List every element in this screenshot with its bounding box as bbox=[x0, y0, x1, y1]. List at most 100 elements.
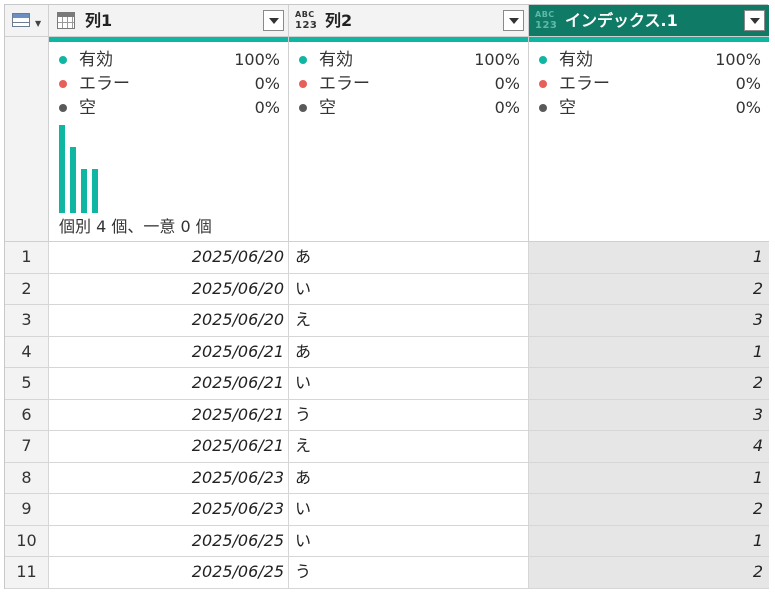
histogram-bar[interactable] bbox=[81, 169, 87, 213]
date-cell[interactable]: 2025/06/23 bbox=[49, 494, 289, 526]
quality-empty: 空 0% bbox=[59, 96, 280, 120]
date-cell[interactable]: 2025/06/21 bbox=[49, 368, 289, 400]
date-cell[interactable]: 2025/06/25 bbox=[49, 525, 289, 557]
text-cell[interactable]: い bbox=[289, 494, 529, 526]
histogram-bar[interactable] bbox=[92, 169, 98, 213]
error-dot-icon bbox=[539, 80, 547, 88]
row-number[interactable]: 3 bbox=[5, 305, 49, 337]
row-number[interactable]: 8 bbox=[5, 462, 49, 494]
date-cell[interactable]: 2025/06/21 bbox=[49, 399, 289, 431]
quality-error: エラー 0% bbox=[299, 72, 520, 96]
error-dot-icon bbox=[299, 80, 307, 88]
quality-empty: 空 0% bbox=[539, 96, 761, 120]
table-row: 1 2025/06/20 あ 1 bbox=[5, 242, 769, 274]
row-number[interactable]: 4 bbox=[5, 336, 49, 368]
column-header-2[interactable]: ABC 123 列2 bbox=[289, 5, 529, 37]
text-cell[interactable]: え bbox=[289, 431, 529, 463]
index-cell[interactable]: 2 bbox=[529, 368, 769, 400]
column-profile-1: 有効 100% エラー 0% 空 0% 個別 4 個、一意 0 個 bbox=[49, 37, 289, 242]
column-title: インデックス.1 bbox=[565, 11, 678, 30]
row-number[interactable]: 1 bbox=[5, 242, 49, 274]
index-cell[interactable]: 1 bbox=[529, 462, 769, 494]
table-row: 4 2025/06/21 あ 1 bbox=[5, 336, 769, 368]
table-row: 7 2025/06/21 え 4 bbox=[5, 431, 769, 463]
index-cell[interactable]: 4 bbox=[529, 431, 769, 463]
index-cell[interactable]: 1 bbox=[529, 242, 769, 274]
column-header-3[interactable]: ABC 123 インデックス.1 bbox=[529, 5, 769, 37]
text-cell[interactable]: あ bbox=[289, 242, 529, 274]
column-filter-button[interactable] bbox=[263, 10, 284, 31]
value-distribution-chart[interactable] bbox=[59, 121, 119, 213]
distinct-count: 個別 4 個、一意 0 個 bbox=[59, 217, 212, 236]
index-cell[interactable]: 3 bbox=[529, 399, 769, 431]
quality-empty: 空 0% bbox=[299, 96, 520, 120]
index-cell[interactable]: 2 bbox=[529, 494, 769, 526]
date-cell[interactable]: 2025/06/21 bbox=[49, 431, 289, 463]
row-number[interactable]: 10 bbox=[5, 525, 49, 557]
index-cell[interactable]: 1 bbox=[529, 336, 769, 368]
table-row: 2 2025/06/20 い 2 bbox=[5, 273, 769, 305]
table-row: 8 2025/06/23 あ 1 bbox=[5, 462, 769, 494]
valid-dot-icon bbox=[59, 56, 67, 64]
text-cell[interactable]: う bbox=[289, 557, 529, 589]
empty-dot-icon bbox=[59, 104, 67, 112]
valid-dot-icon bbox=[299, 56, 307, 64]
quality-valid: 有効 100% bbox=[59, 48, 280, 72]
table-icon bbox=[12, 13, 30, 27]
text-cell[interactable]: え bbox=[289, 305, 529, 337]
empty-dot-icon bbox=[539, 104, 547, 112]
date-cell[interactable]: 2025/06/21 bbox=[49, 336, 289, 368]
column-title: 列1 bbox=[85, 11, 113, 30]
column-filter-button[interactable] bbox=[503, 10, 524, 31]
abc-123-icon[interactable]: ABC 123 bbox=[295, 10, 319, 32]
table-row: 9 2025/06/23 い 2 bbox=[5, 494, 769, 526]
quality-bar bbox=[529, 37, 769, 42]
text-cell[interactable]: い bbox=[289, 368, 529, 400]
quality-error: エラー 0% bbox=[59, 72, 280, 96]
quality-bar bbox=[289, 37, 528, 42]
row-number[interactable]: 7 bbox=[5, 431, 49, 463]
text-cell[interactable]: あ bbox=[289, 462, 529, 494]
row-number[interactable]: 5 bbox=[5, 368, 49, 400]
histogram-bar[interactable] bbox=[70, 147, 76, 213]
column-header-1[interactable]: 列1 bbox=[49, 5, 289, 37]
column-profile-3: 有効 100% エラー 0% 空 0% bbox=[529, 37, 769, 242]
table-row: 5 2025/06/21 い 2 bbox=[5, 368, 769, 400]
histogram-bar[interactable] bbox=[59, 125, 65, 213]
table-row: 3 2025/06/20 え 3 bbox=[5, 305, 769, 337]
quality-valid: 有効 100% bbox=[299, 48, 520, 72]
date-cell[interactable]: 2025/06/20 bbox=[49, 305, 289, 337]
date-cell[interactable]: 2025/06/25 bbox=[49, 557, 289, 589]
column-profile-2: 有効 100% エラー 0% 空 0% bbox=[289, 37, 529, 242]
table-menu-button[interactable]: ▼ bbox=[5, 5, 49, 37]
chevron-down-icon: ▼ bbox=[35, 19, 42, 28]
quality-error: エラー 0% bbox=[539, 72, 761, 96]
index-cell[interactable]: 1 bbox=[529, 525, 769, 557]
table-row: 10 2025/06/25 い 1 bbox=[5, 525, 769, 557]
empty-dot-icon bbox=[299, 104, 307, 112]
row-number[interactable]: 2 bbox=[5, 273, 49, 305]
index-cell[interactable]: 3 bbox=[529, 305, 769, 337]
text-cell[interactable]: い bbox=[289, 273, 529, 305]
abc-123-icon[interactable]: ABC 123 bbox=[535, 10, 559, 32]
index-cell[interactable]: 2 bbox=[529, 273, 769, 305]
calendar-icon[interactable] bbox=[57, 12, 75, 29]
row-number[interactable]: 11 bbox=[5, 557, 49, 589]
row-number[interactable]: 9 bbox=[5, 494, 49, 526]
index-cell[interactable]: 2 bbox=[529, 557, 769, 589]
text-cell[interactable]: い bbox=[289, 525, 529, 557]
date-cell[interactable]: 2025/06/23 bbox=[49, 462, 289, 494]
date-cell[interactable]: 2025/06/20 bbox=[49, 273, 289, 305]
error-dot-icon bbox=[59, 80, 67, 88]
quality-valid: 有効 100% bbox=[539, 48, 761, 72]
table-row: 11 2025/06/25 う 2 bbox=[5, 557, 769, 589]
row-number[interactable]: 6 bbox=[5, 399, 49, 431]
column-title: 列2 bbox=[325, 11, 353, 30]
text-cell[interactable]: う bbox=[289, 399, 529, 431]
text-cell[interactable]: あ bbox=[289, 336, 529, 368]
table-row: 6 2025/06/21 う 3 bbox=[5, 399, 769, 431]
quality-bar bbox=[49, 37, 288, 42]
column-filter-button[interactable] bbox=[744, 10, 765, 31]
date-cell[interactable]: 2025/06/20 bbox=[49, 242, 289, 274]
profile-corner bbox=[5, 37, 49, 242]
